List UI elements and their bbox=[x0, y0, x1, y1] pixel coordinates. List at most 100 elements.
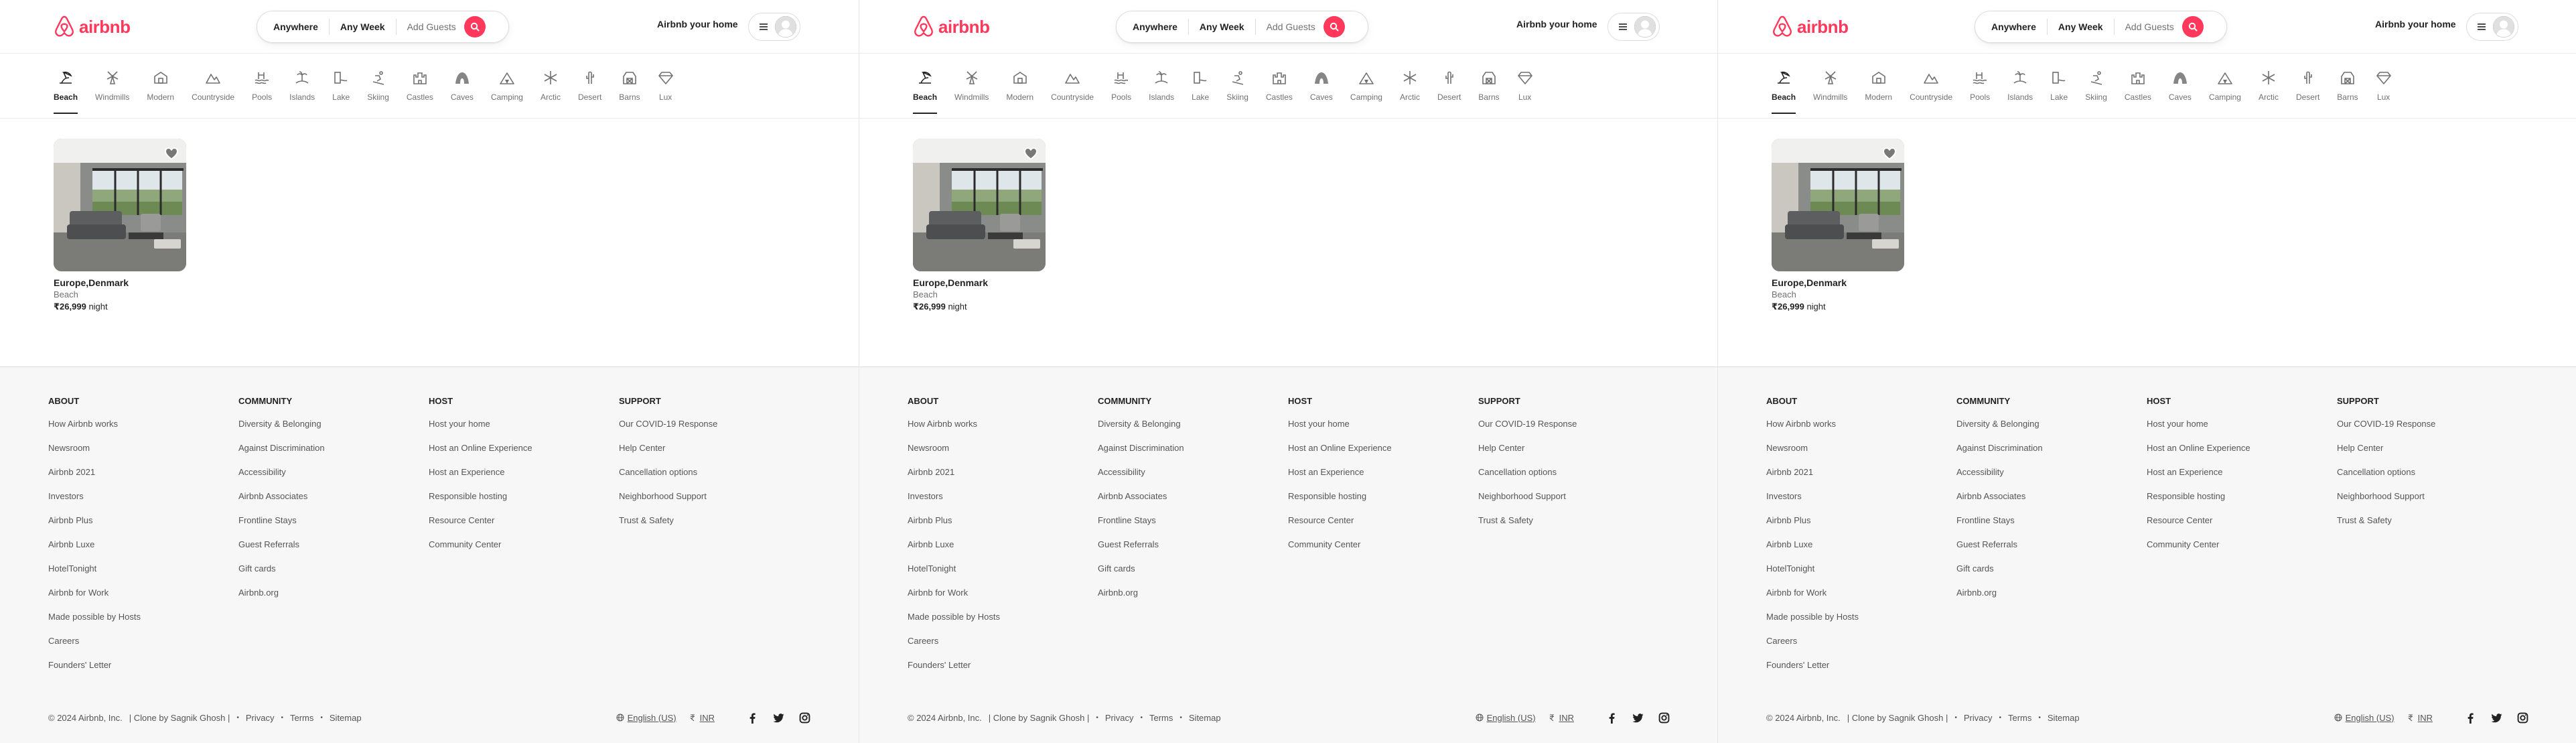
currency-selector[interactable]: INR bbox=[689, 713, 715, 723]
footer-link[interactable]: Founders' Letter bbox=[1766, 659, 1956, 683]
footer-link[interactable]: Resource Center bbox=[1288, 514, 1478, 538]
currency-selector[interactable]: INR bbox=[2407, 713, 2433, 723]
user-menu-button[interactable] bbox=[748, 13, 800, 41]
category-skiing[interactable]: Skiing bbox=[2085, 67, 2107, 115]
anywhere-button[interactable]: Anywhere bbox=[257, 19, 329, 35]
footer-link[interactable]: Airbnb Associates bbox=[1956, 490, 2147, 514]
footer-link[interactable]: Airbnb for Work bbox=[908, 586, 1098, 610]
footer-link[interactable]: Frontline Stays bbox=[1956, 514, 2147, 538]
facebook-icon[interactable] bbox=[747, 712, 758, 724]
footer-link[interactable]: Help Center bbox=[619, 442, 809, 466]
category-arctic[interactable]: Arctic bbox=[2259, 67, 2279, 115]
add-guests-button[interactable]: Add Guests bbox=[397, 19, 461, 35]
footer-link[interactable]: Host an Online Experience bbox=[2147, 442, 2337, 466]
footer-link[interactable]: Careers bbox=[1766, 634, 1956, 659]
footer-link[interactable]: Newsroom bbox=[1766, 442, 1956, 466]
footer-link[interactable]: Accessibility bbox=[1098, 466, 1288, 490]
footer-link[interactable]: How Airbnb works bbox=[48, 417, 238, 442]
airbnb-your-home-link[interactable]: Airbnb your home bbox=[657, 19, 738, 29]
footer-link[interactable]: Help Center bbox=[1478, 442, 1668, 466]
footer-link[interactable]: Airbnb.org bbox=[238, 586, 429, 610]
footer-link[interactable]: HotelTonight bbox=[48, 562, 238, 586]
footer-link[interactable]: Airbnb Associates bbox=[1098, 490, 1288, 514]
footer-link[interactable]: Responsible hosting bbox=[1288, 490, 1478, 514]
twitter-icon[interactable] bbox=[2491, 712, 2502, 724]
footer-link[interactable]: Trust & Safety bbox=[619, 514, 809, 538]
category-modern[interactable]: Modern bbox=[147, 67, 174, 115]
heart-icon[interactable] bbox=[1881, 145, 1898, 161]
footer-link[interactable]: Against Discrimination bbox=[1098, 442, 1288, 466]
sitemap-link[interactable]: Sitemap bbox=[330, 713, 362, 723]
category-camping[interactable]: Camping bbox=[491, 67, 523, 115]
footer-link[interactable]: Airbnb Plus bbox=[908, 514, 1098, 538]
sitemap-link[interactable]: Sitemap bbox=[1189, 713, 1221, 723]
footer-link[interactable]: Our COVID-19 Response bbox=[619, 417, 809, 442]
category-castles[interactable]: Castles bbox=[2125, 67, 2151, 115]
footer-link[interactable]: Host an Experience bbox=[1288, 466, 1478, 490]
footer-link[interactable]: Gift cards bbox=[1956, 562, 2147, 586]
footer-link[interactable]: Community Center bbox=[1288, 538, 1478, 562]
footer-link[interactable]: Host your home bbox=[1288, 417, 1478, 442]
footer-link[interactable]: Frontline Stays bbox=[1098, 514, 1288, 538]
footer-link[interactable]: Our COVID-19 Response bbox=[2337, 417, 2527, 442]
user-menu-button[interactable] bbox=[1607, 13, 1660, 41]
footer-link[interactable]: Airbnb 2021 bbox=[1766, 466, 1956, 490]
any-week-button[interactable]: Any Week bbox=[2048, 19, 2114, 35]
category-pools[interactable]: Pools bbox=[1111, 67, 1131, 115]
currency-selector[interactable]: INR bbox=[1548, 713, 1574, 723]
footer-link[interactable]: Gift cards bbox=[238, 562, 429, 586]
terms-link[interactable]: Terms bbox=[2008, 713, 2031, 723]
category-desert[interactable]: Desert bbox=[2296, 67, 2319, 115]
footer-link[interactable]: Our COVID-19 Response bbox=[1478, 417, 1668, 442]
category-countryside[interactable]: Countryside bbox=[1051, 67, 1094, 115]
footer-link[interactable]: How Airbnb works bbox=[1766, 417, 1956, 442]
footer-link[interactable]: Airbnb 2021 bbox=[908, 466, 1098, 490]
privacy-link[interactable]: Privacy bbox=[246, 713, 275, 723]
footer-link[interactable]: Neighborhood Support bbox=[619, 490, 809, 514]
footer-link[interactable]: Cancellation options bbox=[1478, 466, 1668, 490]
privacy-link[interactable]: Privacy bbox=[1105, 713, 1134, 723]
footer-link[interactable]: Airbnb Plus bbox=[1766, 514, 1956, 538]
footer-link[interactable]: Frontline Stays bbox=[238, 514, 429, 538]
footer-link[interactable]: Host an Experience bbox=[2147, 466, 2337, 490]
instagram-icon[interactable] bbox=[1658, 712, 1670, 724]
category-arctic[interactable]: Arctic bbox=[541, 67, 561, 115]
airbnb-your-home-link[interactable]: Airbnb your home bbox=[2375, 19, 2456, 29]
footer-link[interactable]: Guest Referrals bbox=[238, 538, 429, 562]
category-desert[interactable]: Desert bbox=[1437, 67, 1461, 115]
footer-link[interactable]: Newsroom bbox=[48, 442, 238, 466]
category-islands[interactable]: Islands bbox=[289, 67, 315, 115]
search-button[interactable] bbox=[2181, 16, 2204, 38]
footer-link[interactable]: Community Center bbox=[2147, 538, 2337, 562]
footer-link[interactable]: Resource Center bbox=[2147, 514, 2337, 538]
category-lake[interactable]: Lake bbox=[332, 67, 350, 115]
category-barns[interactable]: Barns bbox=[2337, 67, 2358, 115]
category-windmills[interactable]: Windmills bbox=[1813, 67, 1847, 115]
footer-link[interactable]: Host an Online Experience bbox=[429, 442, 619, 466]
footer-link[interactable]: Resource Center bbox=[429, 514, 619, 538]
instagram-icon[interactable] bbox=[2517, 712, 2528, 724]
category-lake[interactable]: Lake bbox=[1192, 67, 1209, 115]
footer-link[interactable]: HotelTonight bbox=[1766, 562, 1956, 586]
anywhere-button[interactable]: Anywhere bbox=[1975, 19, 2047, 35]
category-islands[interactable]: Islands bbox=[1149, 67, 1174, 115]
category-caves[interactable]: Caves bbox=[451, 67, 474, 115]
category-pools[interactable]: Pools bbox=[252, 67, 272, 115]
any-week-button[interactable]: Any Week bbox=[330, 19, 396, 35]
category-beach[interactable]: Beach bbox=[913, 67, 938, 115]
twitter-icon[interactable] bbox=[773, 712, 784, 724]
privacy-link[interactable]: Privacy bbox=[1964, 713, 1993, 723]
footer-link[interactable]: Founders' Letter bbox=[48, 659, 238, 683]
search-button[interactable] bbox=[1323, 16, 1345, 38]
footer-link[interactable]: Made possible by Hosts bbox=[908, 610, 1098, 634]
footer-link[interactable]: Airbnb.org bbox=[1956, 586, 2147, 610]
user-menu-button[interactable] bbox=[2466, 13, 2518, 41]
listing-photo[interactable] bbox=[1772, 139, 1904, 271]
footer-link[interactable]: Responsible hosting bbox=[429, 490, 619, 514]
language-selector[interactable]: English (US) bbox=[616, 713, 676, 723]
footer-link[interactable]: Accessibility bbox=[1956, 466, 2147, 490]
add-guests-button[interactable]: Add Guests bbox=[1256, 19, 1321, 35]
category-barns[interactable]: Barns bbox=[1478, 67, 1500, 115]
listing-card[interactable]: Europe,Denmark Beach ₹26,999 night bbox=[913, 139, 1047, 313]
category-caves[interactable]: Caves bbox=[1310, 67, 1333, 115]
